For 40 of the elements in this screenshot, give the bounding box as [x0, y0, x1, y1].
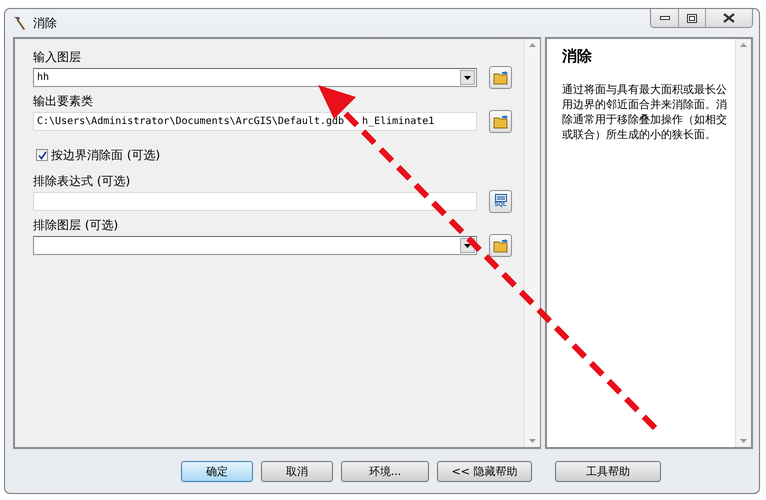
help-text: 通过将面与具有最大面积或最长公用边界的邻近面合并来消除面。消除通常用于移除叠加操作（如相交或联合）所生成的小的狭长面。 [562, 82, 727, 142]
folder-icon [492, 238, 508, 252]
checkmark-icon [38, 150, 46, 160]
field-label: 输入图层 [33, 49, 82, 65]
window-title: 消除 [33, 14, 57, 32]
browse-button[interactable] [489, 234, 512, 257]
scroll-up-icon [740, 43, 747, 47]
scrollbar[interactable] [735, 39, 751, 447]
field-label: 排除图层 (可选) [33, 217, 120, 233]
input-field[interactable]: C:\Users\Administrator\Documents\ArcGIS\Default.gdb h_Eliminate1 [33, 112, 477, 131]
minimize-button[interactable] [651, 9, 678, 27]
maximize-button[interactable] [678, 9, 705, 27]
checkbox[interactable] [36, 149, 48, 161]
folder-icon [492, 70, 508, 84]
folder-icon [492, 114, 508, 128]
field-label: 输出要素类 [33, 93, 94, 109]
dropdown-field[interactable]: hh [33, 68, 477, 87]
scrollbar[interactable] [524, 39, 540, 447]
close-button[interactable] [705, 9, 752, 27]
dropdown-arrow-icon [464, 244, 471, 248]
input-field[interactable] [33, 192, 477, 211]
scroll-up-icon [529, 43, 536, 47]
dialog-button[interactable]: 工具帮助 [555, 460, 661, 482]
dropdown-arrow-icon [464, 76, 471, 80]
dialog-button[interactable]: 环境... [341, 460, 429, 482]
minimize-icon [660, 16, 670, 20]
close-icon [723, 13, 735, 23]
help-title: 消除 [562, 47, 593, 66]
scroll-down-icon [740, 439, 747, 443]
dialog-button[interactable]: << 隐藏帮助 [437, 460, 532, 482]
dialog-button[interactable]: 取消 [261, 460, 333, 482]
field-label: 排除表达式 (可选) [33, 173, 132, 189]
checkbox-label: 按边界消除面 (可选) [51, 147, 160, 163]
browse-button[interactable] [489, 66, 512, 89]
browse-button[interactable] [489, 110, 512, 133]
dialog-button[interactable]: 确定 [181, 460, 253, 482]
maximize-icon [687, 14, 697, 22]
list-icon [494, 194, 506, 202]
scroll-down-icon [529, 439, 536, 443]
dropdown-field[interactable] [33, 236, 477, 255]
